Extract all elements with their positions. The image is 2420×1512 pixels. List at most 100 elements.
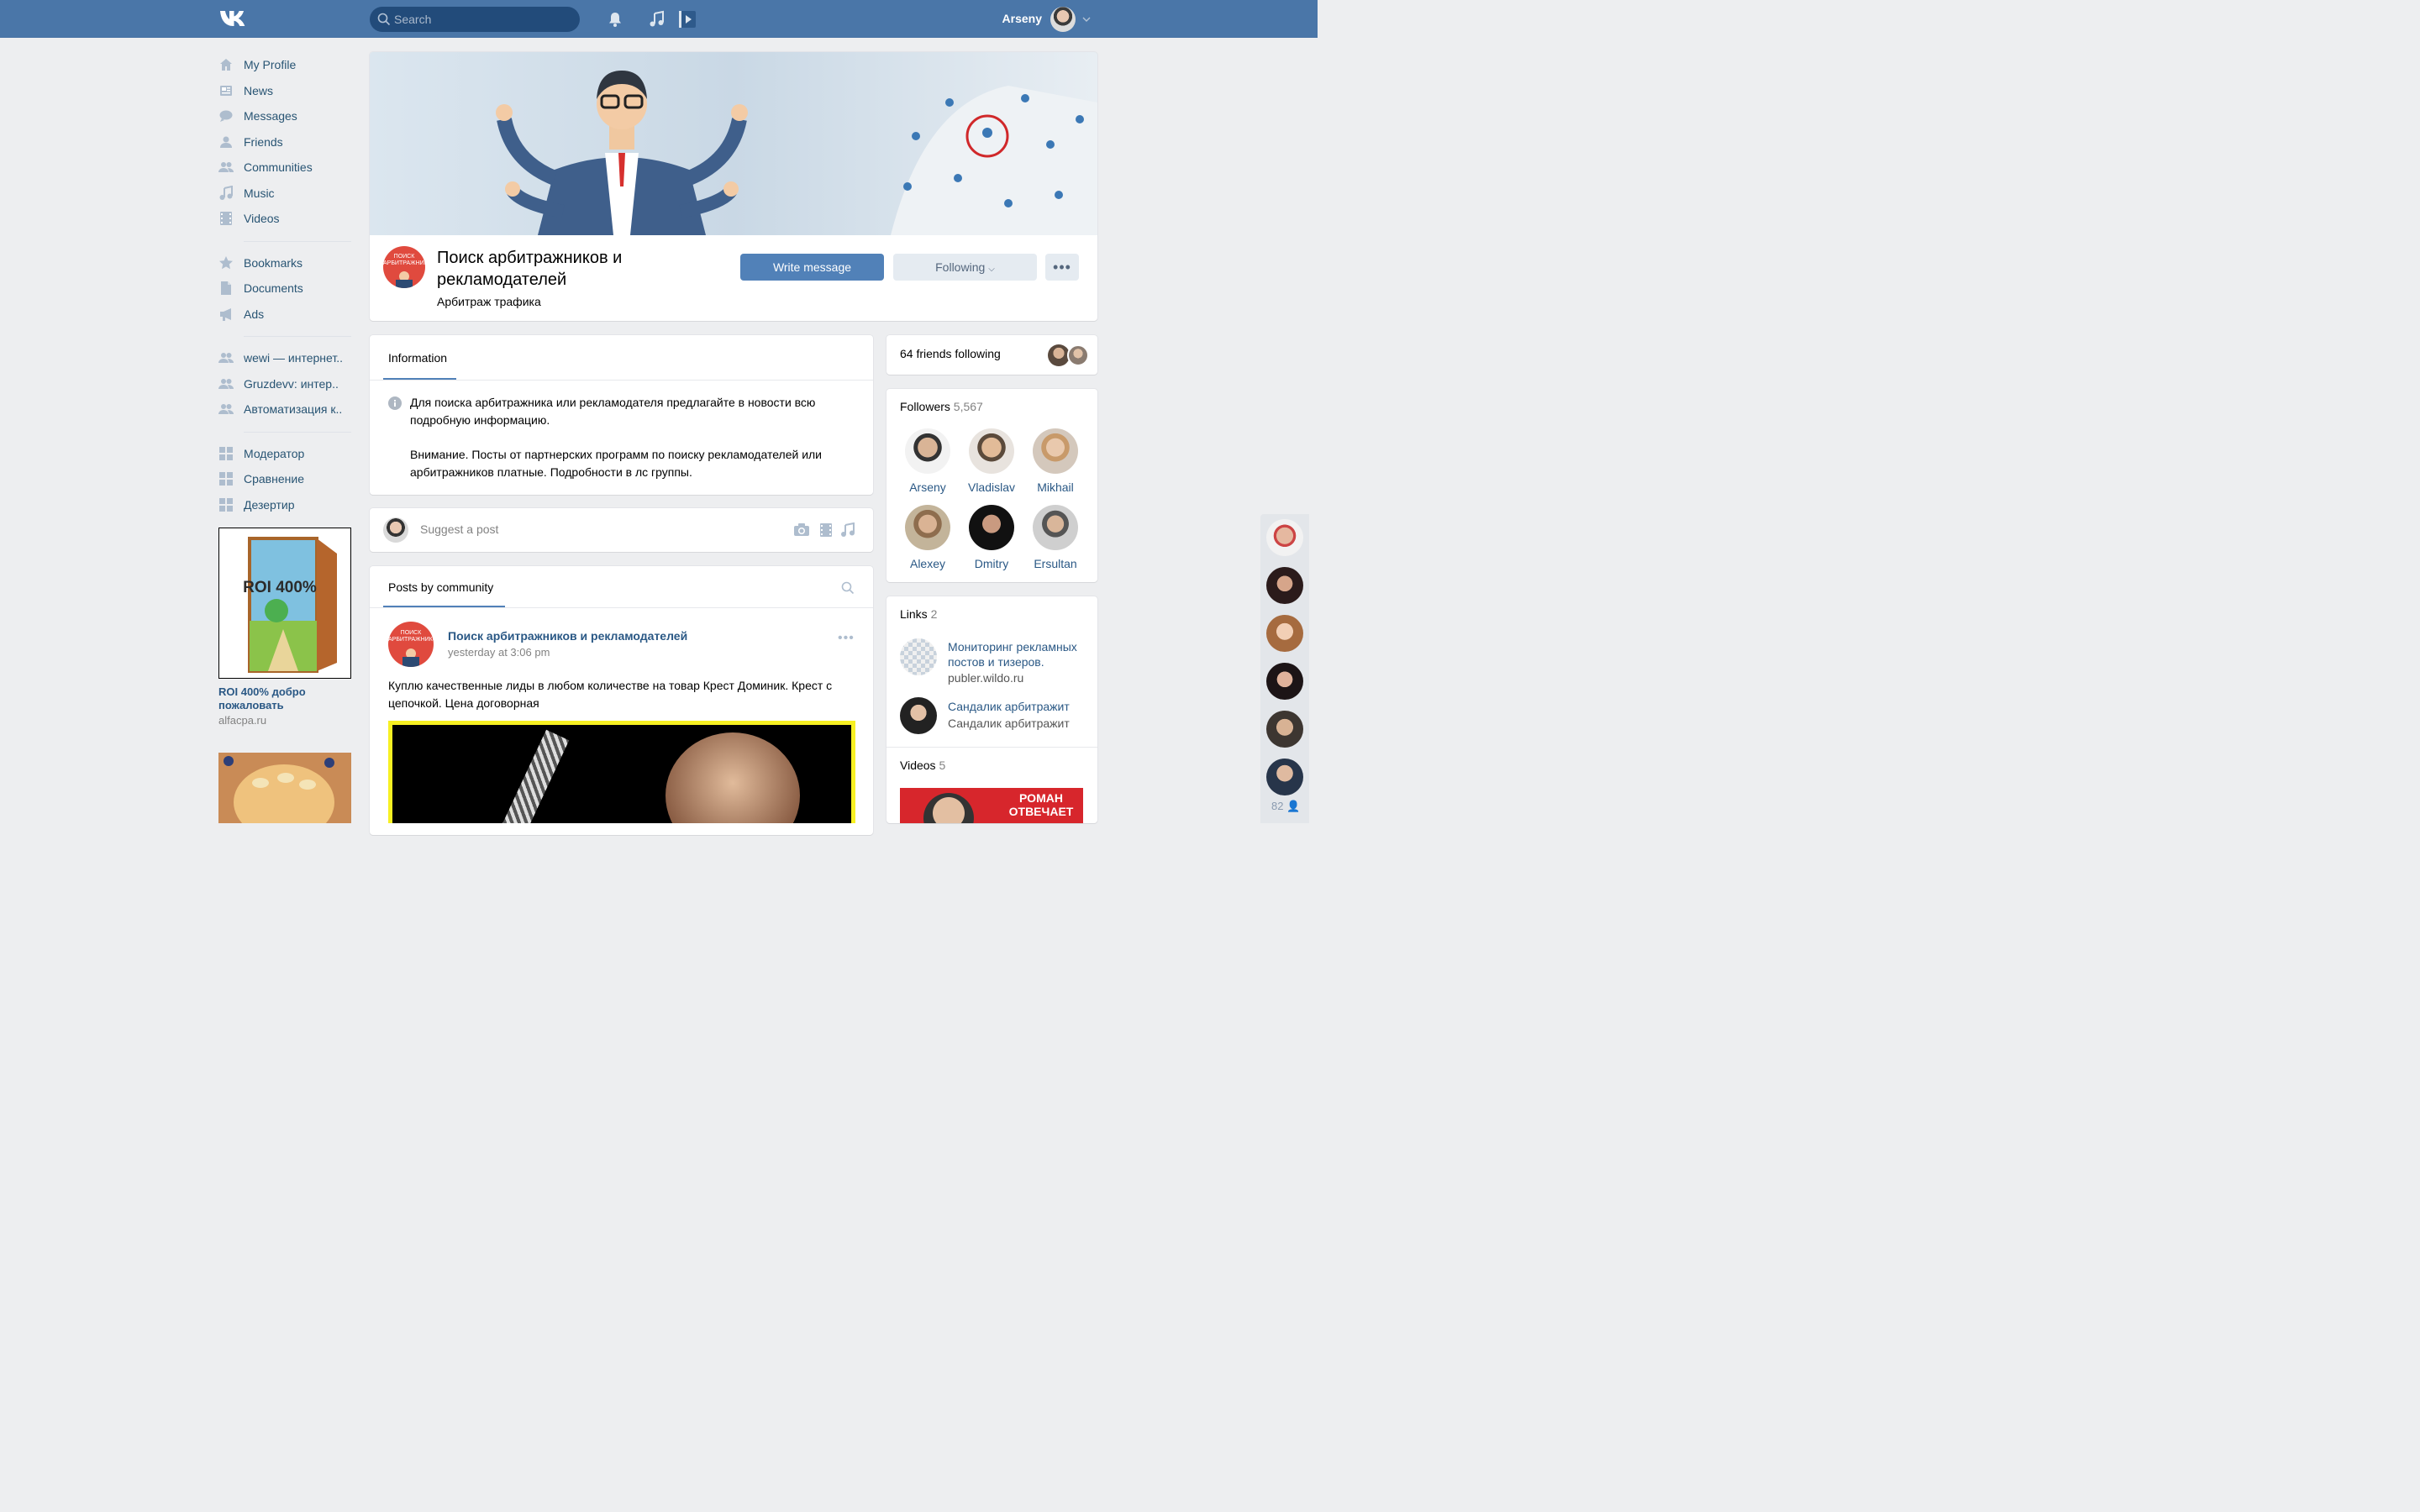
sidebar-item-label: wewi — интернет.. xyxy=(244,351,343,365)
nav-divider xyxy=(244,431,351,433)
chevron-down-icon[interactable] xyxy=(1082,16,1091,23)
info-text-2: Внимание. Посты от партнерских программ … xyxy=(410,448,823,479)
community-avatar[interactable]: ПОИСК АРБИТРАЖНИКОВ xyxy=(383,246,425,288)
rail-avatar[interactable] xyxy=(1266,711,1303,748)
rail-avatar[interactable] xyxy=(1266,759,1303,795)
sidebar-item-label: Messages xyxy=(244,109,297,123)
follower-name[interactable]: Ersultan xyxy=(1023,557,1087,570)
ad-roi-text: ROI 400% xyxy=(243,579,317,596)
video-icon[interactable] xyxy=(818,522,834,538)
follower-name[interactable]: Vladislav xyxy=(960,480,1023,494)
sidebar-item-bookmarks[interactable]: Bookmarks xyxy=(218,250,351,276)
videos-title[interactable]: Videos 5 xyxy=(900,759,945,772)
video-thumbnail[interactable]: РОМАН ОТВЕЧАЕТ xyxy=(900,788,1083,823)
video-icon[interactable] xyxy=(678,10,697,29)
rail-avatar[interactable] xyxy=(1266,567,1303,604)
link-url: publer.wildo.ru xyxy=(948,671,1024,685)
community-status: Арбитраж трафика xyxy=(437,295,541,308)
sidebar-item-wewi-интернет[interactable]: wewi — интернет.. xyxy=(218,345,351,371)
follower-avatar[interactable] xyxy=(969,505,1014,550)
sidebar-item-автоматизация-к[interactable]: Автоматизация к.. xyxy=(218,396,351,423)
follower-name[interactable]: Mikhail xyxy=(1023,480,1087,494)
vk-logo-icon[interactable] xyxy=(218,8,250,29)
follower-avatar[interactable] xyxy=(905,428,950,474)
search-input[interactable] xyxy=(370,7,580,32)
sidebar: My Profile News Messages Friends Communities… xyxy=(218,52,351,517)
sidebar-item-friends[interactable]: Friends xyxy=(218,129,351,155)
post-text: Куплю качественные лиды в любом количест… xyxy=(388,679,833,710)
music-icon[interactable] xyxy=(840,522,855,538)
ad-url[interactable]: alfacpa.ru xyxy=(218,714,266,727)
avatar[interactable] xyxy=(1050,7,1076,32)
follower-name[interactable]: Alexey xyxy=(896,557,960,570)
nav-divider xyxy=(244,240,351,242)
ad-title[interactable]: ROI 400% добро пожаловать xyxy=(218,685,351,712)
ad-image-waffles[interactable] xyxy=(218,753,351,823)
following-button[interactable]: Following ⌵ xyxy=(893,254,1037,281)
follower-avatar[interactable] xyxy=(905,505,950,550)
rail-avatar[interactable] xyxy=(1266,615,1303,652)
sidebar-item-videos[interactable]: Videos xyxy=(218,206,351,232)
links-title[interactable]: Links 2 xyxy=(900,607,937,621)
tab-information[interactable]: Information xyxy=(388,351,447,365)
sidebar-item-my-profile[interactable]: My Profile xyxy=(218,52,351,78)
link-title[interactable]: Мониторинг рекламных постов и тизеров. xyxy=(948,639,1091,669)
follower-name[interactable]: Arseny xyxy=(896,480,960,494)
sidebar-item-news[interactable]: News xyxy=(218,78,351,104)
info-icon xyxy=(388,396,402,410)
friends-following-count[interactable]: 64 friends following xyxy=(900,347,1001,360)
post-author[interactable]: Поиск арбитражников и рекламодателей xyxy=(448,629,687,643)
sidebar-item-label: My Profile xyxy=(244,58,297,72)
link-thumbnail[interactable] xyxy=(900,638,937,675)
music-icon[interactable] xyxy=(648,10,666,29)
bell-icon[interactable] xyxy=(606,10,624,29)
document-icon xyxy=(218,281,234,296)
rail-avatar[interactable] xyxy=(1266,519,1303,556)
search-icon[interactable] xyxy=(841,581,855,595)
communities-icon xyxy=(218,160,234,175)
follower-avatar[interactable] xyxy=(969,428,1014,474)
sidebar-item-communities[interactable]: Communities xyxy=(218,155,351,181)
camera-icon[interactable] xyxy=(793,522,810,538)
sidebar-item-label: News xyxy=(244,83,274,97)
sidebar-item-label: Videos xyxy=(244,212,280,226)
tab-posts-by-community[interactable]: Posts by community xyxy=(388,580,493,594)
megaphone-icon xyxy=(218,307,234,322)
divider xyxy=(370,607,873,608)
sidebar-item-gruzdevv-интер[interactable]: Gruzdevv: интер.. xyxy=(218,371,351,397)
sidebar-item-label: Gruzdevv: интер.. xyxy=(244,376,339,391)
sidebar-item-documents[interactable]: Documents xyxy=(218,276,351,302)
rail-avatar[interactable] xyxy=(1266,663,1303,700)
post-time[interactable]: yesterday at 3:06 pm xyxy=(448,646,550,659)
follower-avatar[interactable] xyxy=(1033,428,1078,474)
sidebar-item-messages[interactable]: Messages xyxy=(218,103,351,129)
more-options-button[interactable]: ••• xyxy=(1045,254,1079,281)
post-author-avatar[interactable]: ПОИСК АРБИТРАЖНИКОВ xyxy=(388,622,434,667)
link-title[interactable]: Сандалик арбитражит xyxy=(948,700,1070,713)
post-image[interactable] xyxy=(388,721,855,823)
search-icon xyxy=(377,13,391,26)
sidebar-item-label: Bookmarks xyxy=(244,255,303,270)
follower-avatar[interactable] xyxy=(1033,505,1078,550)
followers-title[interactable]: Followers 5,567 xyxy=(900,400,983,413)
user-name[interactable]: Arseny xyxy=(966,12,1042,25)
sidebar-item-ads[interactable]: Ads xyxy=(218,302,351,328)
group-icon xyxy=(218,350,234,365)
sidebar-item-дезертир[interactable]: Дезертир xyxy=(218,492,351,518)
online-count[interactable]: 82 👤 xyxy=(1271,800,1300,813)
group-icon xyxy=(218,402,234,417)
link-thumbnail[interactable] xyxy=(900,697,937,734)
sidebar-item-label: Дезертир xyxy=(244,497,295,512)
sidebar-item-модератор[interactable]: Модератор xyxy=(218,441,351,467)
post-more-button[interactable]: ••• xyxy=(838,631,855,646)
followers-count: 5,567 xyxy=(953,400,983,413)
app-grid-icon xyxy=(218,446,234,461)
ad-image[interactable]: ROI 400% xyxy=(218,528,351,679)
sidebar-item-сравнение[interactable]: Сравнение xyxy=(218,466,351,492)
write-message-button[interactable]: Write message xyxy=(740,254,884,281)
sidebar-item-music[interactable]: Music xyxy=(218,181,351,207)
sidebar-item-label: Модератор xyxy=(244,446,305,460)
suggest-post-input[interactable]: Suggest a post xyxy=(420,522,498,536)
star-icon xyxy=(218,255,234,270)
follower-name[interactable]: Dmitry xyxy=(960,557,1023,570)
